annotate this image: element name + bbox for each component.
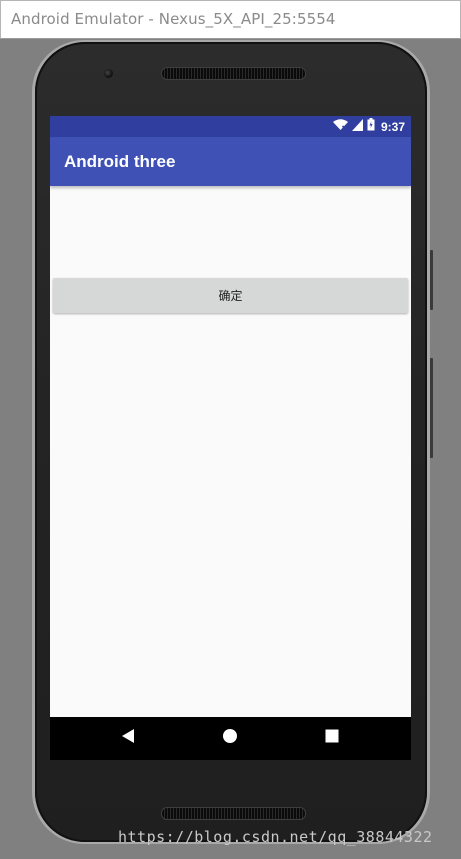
back-button[interactable] xyxy=(108,717,148,760)
watermark-text: https://blog.csdn.net/qq_38844322 xyxy=(118,828,433,846)
status-time: 9:37 xyxy=(380,119,405,134)
power-button[interactable] xyxy=(430,250,433,310)
wifi-icon xyxy=(332,118,348,136)
back-icon xyxy=(121,728,135,749)
confirm-button[interactable]: 确定 xyxy=(53,278,408,313)
recents-icon xyxy=(325,729,339,748)
volume-button[interactable] xyxy=(430,358,433,458)
device-screen: 9:37 Android three 确定 xyxy=(50,116,411,760)
emulator-window: Android Emulator - Nexus_5X_API_25:5554 xyxy=(0,0,461,859)
bottom-speaker xyxy=(161,807,306,820)
window-title: Android Emulator - Nexus_5X_API_25:5554 xyxy=(11,10,336,28)
battery-icon xyxy=(367,117,375,136)
signal-icon xyxy=(351,118,363,136)
navigation-bar xyxy=(50,717,411,760)
window-titlebar[interactable]: Android Emulator - Nexus_5X_API_25:5554 xyxy=(0,0,461,39)
top-speaker xyxy=(161,67,306,80)
status-icons: 9:37 xyxy=(332,117,405,136)
front-camera xyxy=(104,69,113,78)
app-toolbar: Android three xyxy=(50,137,411,186)
app-title: Android three xyxy=(64,152,176,171)
recents-button[interactable] xyxy=(312,717,352,760)
home-icon xyxy=(222,728,238,749)
status-bar: 9:37 xyxy=(50,116,411,137)
home-button[interactable] xyxy=(210,717,250,760)
